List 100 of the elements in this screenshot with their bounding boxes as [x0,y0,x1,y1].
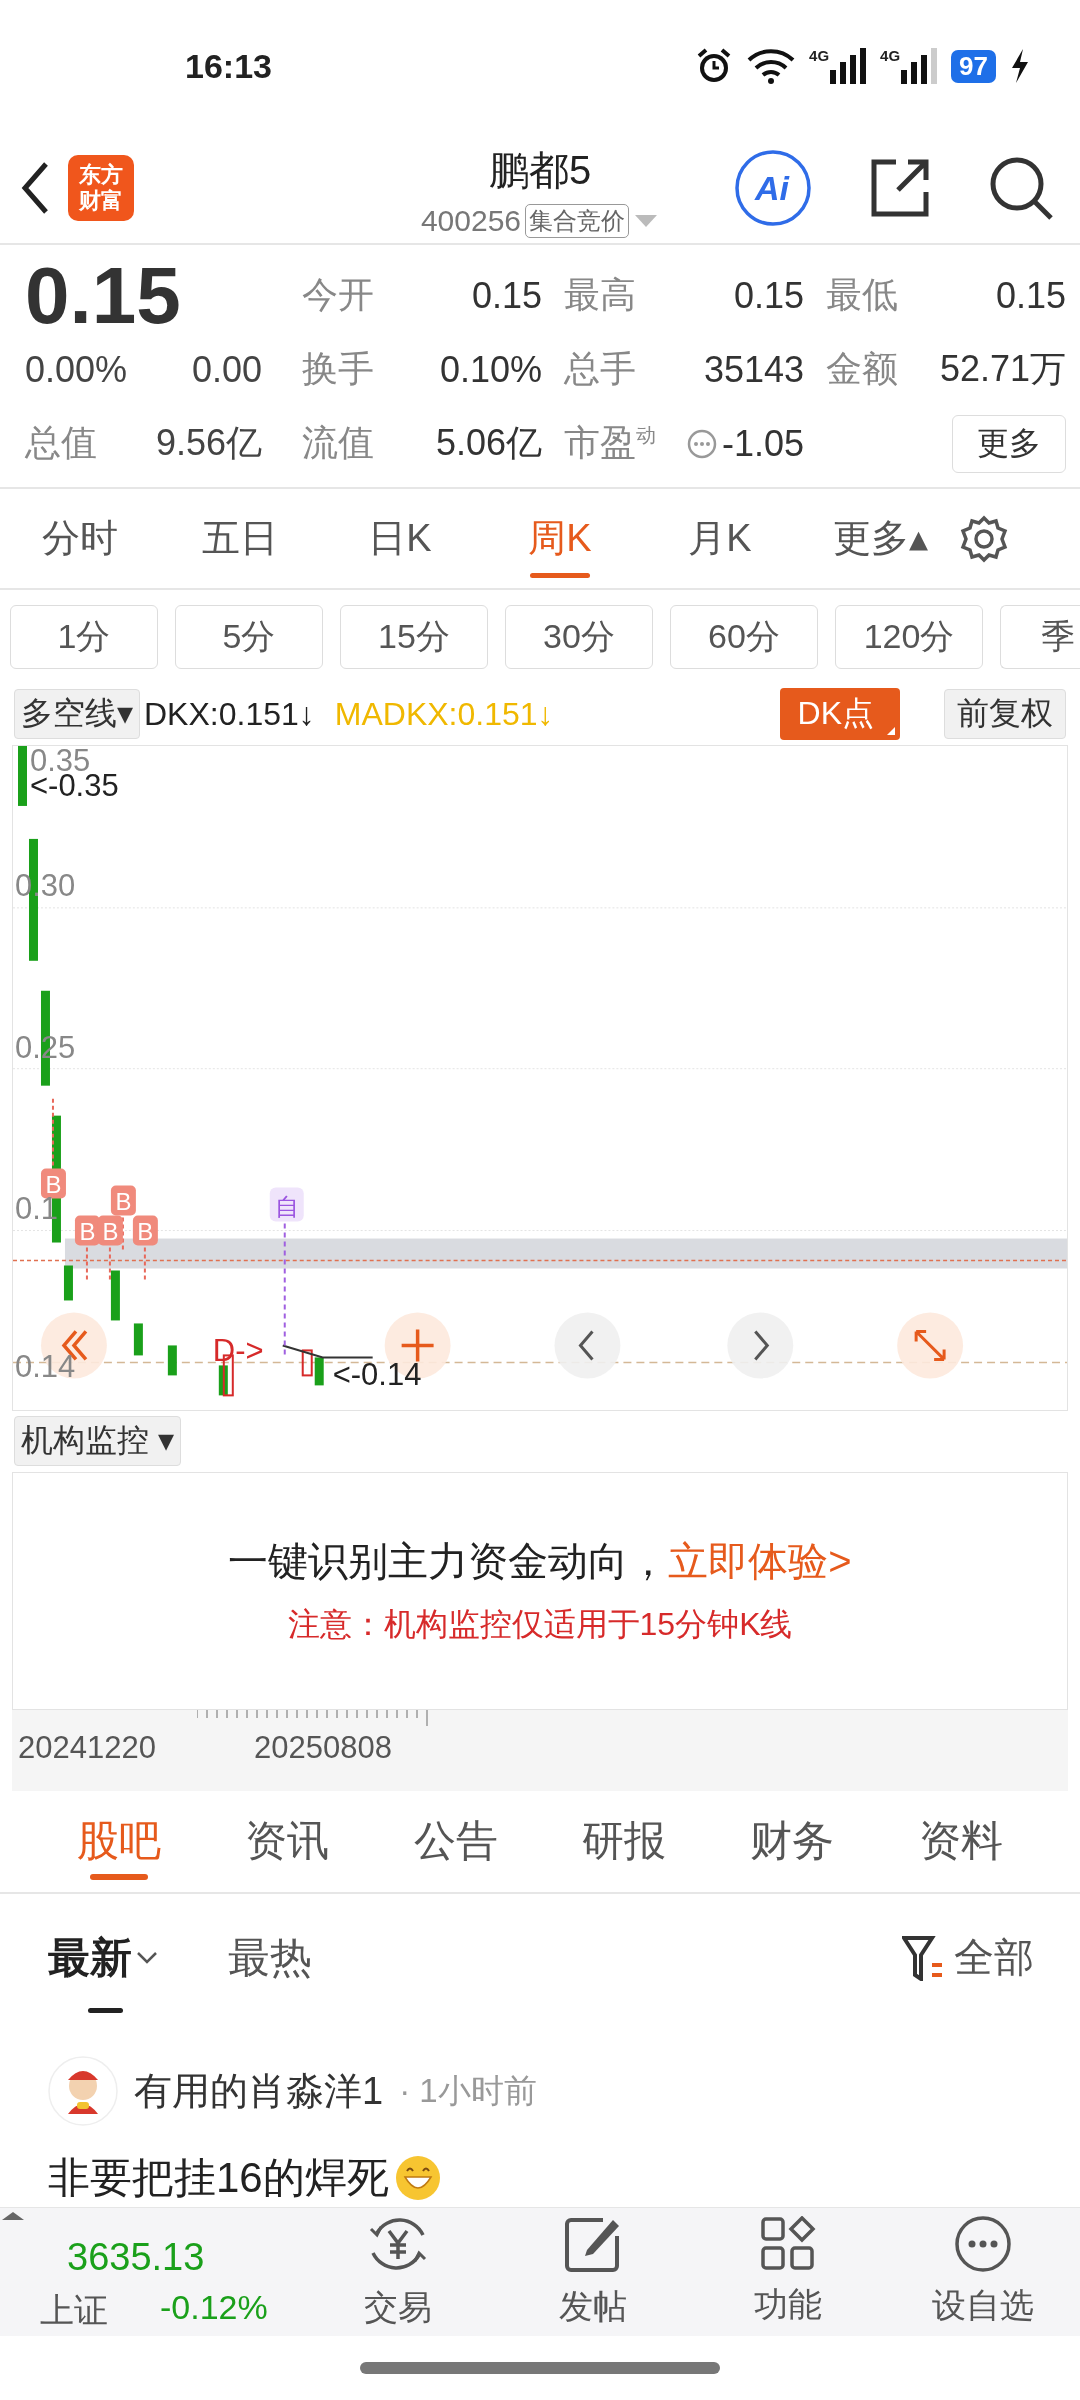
try-now-link[interactable]: 立即体验> [668,1539,852,1584]
more-icon [953,2215,1012,2274]
section-tab[interactable]: 公告 [371,1790,540,1892]
buy-marker: B [132,1215,158,1246]
candlestick [133,1323,143,1355]
nav-button[interactable]: 发帖 [495,2213,690,2332]
sort-tab[interactable]: 最热 [228,1893,312,2022]
interval-button[interactable]: 15分 [340,604,488,669]
grin-emoji-icon [394,2154,441,2201]
grid-icon [759,2216,816,2273]
axis-label: 0.14 [15,1349,76,1384]
interval-button[interactable]: 30分 [505,604,653,669]
stat-label: 总值 [25,421,97,466]
signal-label: D-> [212,1333,264,1368]
notice-text: 注意：机构监控仅适用于15分钟K线 [287,1605,793,1645]
charging-icon [1010,49,1030,84]
home-indicator[interactable] [360,2362,720,2375]
candlestick [110,1270,120,1321]
interval-button[interactable]: 季 [1000,604,1080,669]
interval-button[interactable]: 5分 [175,604,323,669]
more-button[interactable]: 更多 [952,414,1066,473]
monitor-dropdown[interactable]: 机构监控 ▾ [14,1416,181,1467]
signal-icon [830,48,867,85]
madkx-value: MADKX:0.151↓ [334,695,554,733]
candlestick [167,1345,177,1375]
sort-tab[interactable]: 最新 [48,1893,158,2022]
expand-icon[interactable] [897,1312,964,1378]
candlestick [18,745,27,806]
battery-level: 97 [951,49,996,83]
candlestick [314,1357,324,1385]
wifi-icon [747,48,796,85]
period-tab[interactable]: 月K [640,488,800,589]
section-tab[interactable]: 股吧 [35,1790,204,1892]
nav-button[interactable]: 设自选 [885,2214,1080,2331]
status-time: 16:13 [185,46,272,86]
date-label: 20241220 [18,1729,156,1766]
period-tab[interactable]: 五日 [160,488,320,589]
stat-label: 市盈$^{动}$ [564,421,656,466]
stat-value: 52.71万 [939,347,1066,392]
stock-code: 400256 [420,203,522,238]
up-caret-icon [0,2210,26,2223]
date-label: 20250808 [254,1729,392,1766]
chevron-right-icon[interactable] [727,1312,794,1378]
change-percent: 0.00% [25,348,128,391]
back-icon[interactable] [20,160,50,215]
section-tab[interactable]: 财务 [708,1790,877,1892]
promo-text: 一键识别主力资金动向，立即体验> [228,1538,852,1586]
stat-label: 最高 [564,273,636,318]
ai-button[interactable]: Ai [734,148,812,227]
section-tab[interactable]: 研报 [540,1790,709,1892]
buy-marker: B [110,1185,136,1216]
change-amount: 0.00 [191,348,262,391]
buy-marker: B [74,1215,100,1246]
candlestick [218,1365,228,1395]
stat-value: 35143 [703,348,804,391]
period-tab[interactable]: 周K [480,488,640,589]
filter-icon [902,1934,944,1981]
interval-button[interactable]: 1分 [10,604,158,669]
stat-value: 0.15 [471,274,542,317]
chevron-down-icon [136,1950,158,1965]
stat-label: 最低 [826,273,898,318]
period-tab[interactable]: 日K [320,488,480,589]
stat-label: 金额 [826,347,898,392]
stat-value: 0.15 [733,274,804,317]
interval-button[interactable]: 120分 [835,604,983,669]
period-tab[interactable]: 分时 [0,488,160,589]
info-dots-icon [685,427,718,460]
post-time: · 1小时前 [399,2070,537,2111]
stat-label: 换手 [302,347,374,392]
stat-value: 9.56亿 [155,421,262,466]
period-tab[interactable]: 更多▴ [800,488,960,589]
leader-line [51,1097,54,1168]
user-name[interactable]: 有用的肖淼洋1 [134,2065,384,2117]
nav-button[interactable]: 交易 [300,2212,495,2333]
leader-line [121,1216,124,1253]
index-name: 上证 [40,2290,108,2332]
section-tab[interactable]: 资讯 [203,1790,372,1892]
index-change: -0.12% [160,2288,268,2328]
nav-button[interactable]: 功能 [690,2215,885,2330]
auction-tag: 集合竞价 [525,203,630,238]
adjust-button[interactable]: 前复权 [944,689,1066,740]
signal-icon [901,48,938,85]
settings-icon[interactable] [960,514,1008,563]
post-text[interactable]: 非要把挂16的焊死 [48,2149,389,2206]
filter-button[interactable]: 全部 [896,1929,1040,1987]
buy-marker: B [97,1215,123,1246]
stat-label: 流值 [302,421,374,466]
low-price-label: <-0.14 [332,1357,422,1392]
network-type: 4G [880,48,901,64]
candlestick [63,1265,73,1301]
dk-point-button[interactable]: DK点 [779,688,900,741]
stat-value: -1.05 [721,422,804,465]
current-price: 0.15 [25,258,182,333]
dkx-value: DKX:0.151↓ [144,695,315,733]
interval-button[interactable]: 60分 [670,604,818,669]
index-value: 3635.13 [67,2236,205,2280]
section-tab[interactable]: 资料 [876,1790,1045,1892]
chevron-left-icon[interactable] [554,1312,621,1378]
candlestick [301,1349,313,1376]
indicator-dropdown[interactable]: 多空线▾ [14,689,140,740]
